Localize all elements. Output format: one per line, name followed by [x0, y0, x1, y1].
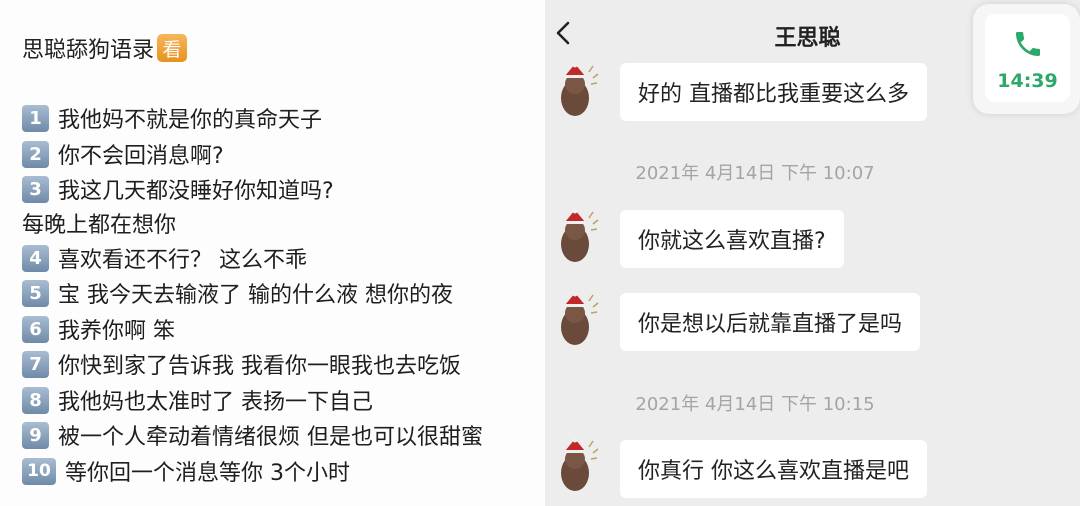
keycap-10-icon: 10 — [22, 457, 56, 485]
chat-contact-name: 王思聪 — [774, 26, 841, 51]
note-line-text: 宝 我今天去输液了 输的什么液 想你的夜 — [58, 283, 453, 308]
chat-panel: 王思聪 好的 直播都比我重要这么多 2021年 4月14日 下午 10:07 你… — [545, 0, 1080, 506]
note-line: 3 我这几天都没睡好你知道吗? — [22, 172, 334, 206]
message-timestamp: 2021年 4月14日 下午 10:07 — [635, 163, 875, 184]
phone-icon — [1016, 32, 1040, 56]
message-timestamp: 2021年 4月14日 下午 10:15 — [635, 394, 875, 415]
message-text: 你真行 你这么喜欢直播是吧 — [638, 459, 909, 484]
note-line: 9 被一个人牵动着情绪很烦 但是也可以很甜蜜 — [22, 418, 483, 452]
keycap-8-icon: 8 — [22, 386, 49, 414]
note-line: 2 你不会回消息啊? — [22, 137, 224, 171]
note-line: 每晚上都在想你 — [22, 206, 176, 240]
call-widget-inner[interactable]: 14:39 — [985, 14, 1070, 102]
message-text: 你就这么喜欢直播? — [638, 229, 826, 254]
keycap-6-icon: 6 — [22, 315, 49, 343]
note-line-text: 我他妈不就是你的真命天子 — [58, 108, 323, 133]
note-line: 5 宝 我今天去输液了 输的什么液 想你的夜 — [22, 276, 453, 310]
note-line: 4 喜欢看还不行？ 这么不乖 — [22, 241, 307, 275]
message-bubble: 好的 直播都比我重要这么多 — [620, 63, 927, 121]
note-line-text: 我这几天都没睡好你知道吗? — [58, 179, 334, 204]
keycap-5-icon: 5 — [22, 279, 49, 307]
contact-avatar[interactable] — [551, 291, 603, 351]
message-text: 好的 直播都比我重要这么多 — [638, 82, 909, 107]
keycap-7-icon: 7 — [22, 350, 49, 378]
note-line-text: 等你回一个消息等你 3个小时 — [65, 461, 350, 486]
message-bubble: 你是想以后就靠直播了是吗 — [620, 293, 921, 351]
contact-avatar[interactable] — [551, 437, 603, 497]
kan-emoji-badge: 看 — [157, 34, 188, 62]
note-line: 10 等你回一个消息等你 3个小时 — [22, 454, 350, 488]
note-line: 6 我养你啊 笨 — [22, 312, 175, 346]
note-line-text: 每晚上都在想你 — [22, 213, 177, 238]
note-line-text: 你快到家了告诉我 我看你一眼我也去吃饭 — [58, 354, 461, 379]
note-line-text: 喜欢看还不行？ 这么不乖 — [58, 248, 307, 273]
contact-avatar[interactable] — [551, 62, 603, 122]
note-line-text: 你不会回消息啊? — [58, 144, 224, 169]
call-duration: 14:39 — [997, 70, 1058, 92]
note-line: 1 我他妈不就是你的真命天子 — [22, 101, 322, 135]
note-line-text: 我养你啊 笨 — [58, 319, 175, 344]
keycap-9-icon: 9 — [22, 421, 49, 449]
note-title-text: 思聪舔狗语录 — [22, 38, 155, 63]
back-chevron-icon[interactable] — [551, 18, 577, 48]
note-line-text: 我他妈也太准时了 表扬一下自己 — [58, 390, 373, 415]
keycap-3-icon: 3 — [22, 175, 49, 203]
message-bubble: 你就这么喜欢直播? — [620, 210, 844, 268]
message-text: 你是想以后就靠直播了是吗 — [638, 312, 903, 337]
note-line: 8 我他妈也太准时了 表扬一下自己 — [22, 383, 373, 417]
message-bubble: 你真行 你这么喜欢直播是吧 — [620, 440, 927, 498]
note-line-text: 被一个人牵动着情绪很烦 但是也可以很甜蜜 — [58, 425, 483, 450]
note-title: 思聪舔狗语录 看 — [22, 32, 188, 64]
note-line: 7 你快到家了告诉我 我看你一眼我也去吃饭 — [22, 347, 461, 381]
contact-avatar[interactable] — [551, 208, 603, 268]
keycap-2-icon: 2 — [22, 140, 49, 168]
call-widget[interactable]: 14:39 — [973, 4, 1080, 114]
keycap-4-icon: 4 — [22, 244, 49, 272]
keycap-1-icon: 1 — [22, 104, 49, 132]
note-panel: 思聪舔狗语录 看 1 我他妈不就是你的真命天子 2 你不会回消息啊? 3 我这几… — [0, 0, 545, 506]
